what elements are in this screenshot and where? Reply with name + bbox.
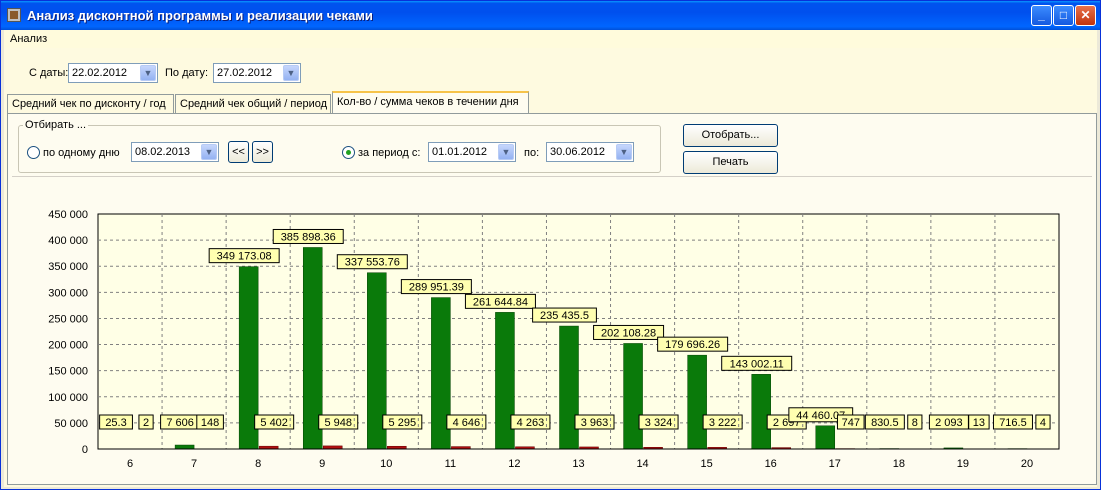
x-tick-label: 8 — [255, 458, 261, 470]
y-tick-label: 350 000 — [48, 261, 88, 273]
app-icon — [7, 8, 21, 22]
count-data-label: 5 948 — [324, 417, 352, 429]
x-tick-label: 12 — [508, 458, 520, 470]
from-date-label: С даты: — [29, 67, 69, 79]
tab-panel: Отбирать ... по одному дню 08.02.2013 ▼ … — [7, 113, 1097, 485]
y-tick-label: 100 000 — [48, 392, 88, 404]
sum-data-label: 385 898.36 — [281, 231, 336, 243]
close-button[interactable]: ✕ — [1075, 5, 1096, 26]
title-bar[interactable]: Анализ дисконтной программы и реализации… — [1, 1, 1100, 30]
sum-data-label: 289 951.39 — [409, 282, 464, 294]
sum-bar — [815, 425, 836, 450]
sum-data-label: 7 606 — [166, 417, 194, 429]
sum-data-label: 202 108.28 — [601, 327, 656, 339]
y-tick-label: 450 000 — [48, 209, 88, 221]
sum-data-label: 143 002.11 — [730, 358, 784, 370]
sum-data-label: 235 435.5 — [540, 310, 589, 322]
count-data-label: 5 402 — [260, 417, 288, 429]
sum-bar — [559, 325, 579, 450]
count-data-label: 5 295 — [389, 417, 417, 429]
to-date-picker[interactable]: 27.02.2012 ▼ — [213, 63, 301, 83]
y-tick-label: 50 000 — [54, 418, 88, 430]
count-data-label: 747 — [842, 417, 860, 429]
chevron-down-icon[interactable]: ▼ — [283, 65, 299, 81]
window-title: Анализ дисконтной программы и реализации… — [27, 8, 373, 23]
x-tick-label: 14 — [636, 458, 648, 470]
x-tick-label: 16 — [765, 458, 777, 470]
sum-bar — [751, 374, 771, 450]
x-tick-label: 7 — [191, 458, 197, 470]
x-tick-label: 9 — [319, 458, 325, 470]
minimize-button[interactable]: _ — [1031, 5, 1052, 26]
x-tick-label: 19 — [957, 458, 969, 470]
count-data-label: 4 — [1040, 417, 1046, 429]
count-data-label: 148 — [201, 417, 219, 429]
sum-data-label: 2 093 — [935, 417, 963, 429]
checks-chart: 0 50 000 100 000 150 000 200 000 250 000 300 0… — [48, 209, 1060, 470]
count-data-label: 3 324 — [645, 417, 673, 429]
from-date-value: 22.02.2012 — [72, 67, 128, 79]
tab-checks-per-day[interactable]: Кол-во / сумма чеков в течении дня — [332, 91, 529, 113]
x-tick-label: 15 — [701, 458, 713, 470]
count-data-label: 2 — [143, 417, 149, 429]
count-data-label: 4 263 — [517, 417, 545, 429]
x-tick-label: 10 — [380, 458, 392, 470]
sum-data-label: 830.5 — [871, 417, 899, 429]
tab-avg-check-total[interactable]: Средний чек общий / период — [175, 94, 331, 113]
main-window: Анализ дисконтной программы и реализации… — [0, 0, 1101, 490]
y-tick-label: 300 000 — [48, 287, 88, 299]
y-tick-label: 250 000 — [48, 313, 88, 325]
to-date-value: 27.02.2012 — [217, 67, 273, 79]
chevron-down-icon[interactable]: ▼ — [140, 65, 156, 81]
sum-data-label: 25.3 — [105, 417, 126, 429]
tab-avg-check-discount[interactable]: Средний чек по дисконту / год — [7, 94, 174, 113]
y-tick-label: 0 — [82, 444, 88, 456]
sum-data-label: 261 644.84 — [473, 296, 528, 308]
to-date-label: По дату: — [165, 67, 209, 79]
client-area: Анализ С даты: 22.02.2012 ▼ По дату: 27.… — [4, 30, 1097, 487]
x-tick-label: 17 — [829, 458, 841, 470]
maximize-button[interactable]: □ — [1053, 5, 1074, 26]
y-tick-label: 400 000 — [48, 235, 88, 247]
count-data-label: 3 963 — [581, 417, 609, 429]
x-tick-label: 20 — [1021, 458, 1033, 470]
sum-data-label: 716.5 — [999, 417, 1027, 429]
sum-bar — [623, 343, 643, 450]
menu-item-analysis[interactable]: Анализ — [10, 33, 47, 45]
x-tick-label: 13 — [572, 458, 584, 470]
x-tick-label: 6 — [127, 458, 133, 470]
count-data-label: 4 646 — [453, 417, 481, 429]
sum-data-label: 349 173.08 — [217, 251, 272, 263]
menu-bar: Анализ — [4, 30, 1097, 48]
y-tick-label: 150 000 — [48, 366, 88, 378]
sum-bar — [174, 444, 195, 450]
from-date-picker[interactable]: 22.02.2012 ▼ — [68, 63, 158, 83]
sum-data-label: 337 553.76 — [345, 257, 400, 269]
x-tick-label: 18 — [893, 458, 905, 470]
sum-bar — [687, 354, 707, 450]
sum-data-label: 179 696.26 — [665, 339, 720, 351]
count-data-label: 13 — [973, 417, 985, 429]
count-data-label: 8 — [912, 417, 918, 429]
count-data-label: 3 222 — [709, 417, 737, 429]
x-tick-label: 11 — [445, 458, 456, 470]
y-tick-label: 200 000 — [48, 340, 88, 352]
